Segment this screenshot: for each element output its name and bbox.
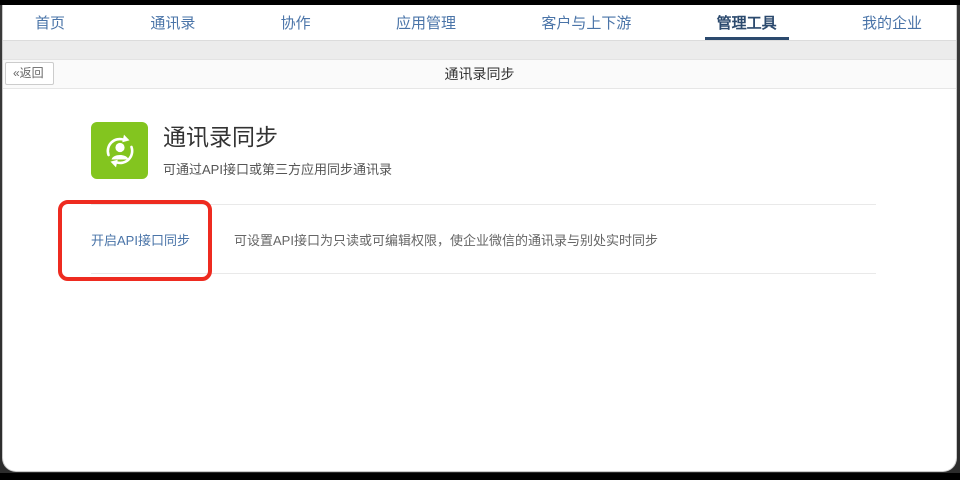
nav-item-contacts[interactable]: 通讯录 [138, 5, 207, 40]
feature-header: 通讯录同步 可通过API接口或第三方应用同步通讯录 [91, 122, 956, 179]
spacer-band [3, 41, 956, 59]
page-title: 通讯录同步 [444, 66, 515, 82]
back-button[interactable]: «返回 [5, 62, 54, 85]
nav-item-home[interactable]: 首页 [23, 5, 77, 40]
nav-item-customers[interactable]: 客户与上下游 [529, 5, 643, 40]
settings-list: 开启API接口同步 可设置API接口为只读或可编辑权限，使企业微信的通讯录与别处… [91, 204, 876, 274]
feature-subtitle: 可通过API接口或第三方应用同步通讯录 [163, 161, 392, 177]
nav-item-my-enterprise[interactable]: 我的企业 [850, 5, 934, 40]
nav-item-collaboration[interactable]: 协作 [269, 5, 323, 40]
app-window: 首页 通讯录 协作 应用管理 客户与上下游 管理工具 我的企业 «返回 通讯录同… [2, 5, 957, 472]
open-api-sync-link[interactable]: 开启API接口同步 [91, 230, 234, 249]
feature-title: 通讯录同步 [163, 124, 278, 150]
top-navigation: 首页 通讯录 协作 应用管理 客户与上下游 管理工具 我的企业 [3, 5, 956, 41]
contact-sync-icon [91, 122, 148, 179]
nav-item-app-management[interactable]: 应用管理 [384, 5, 468, 40]
main-content: 通讯录同步 可通过API接口或第三方应用同步通讯录 开启API接口同步 可设置A… [3, 89, 956, 274]
api-sync-description: 可设置API接口为只读或可编辑权限，使企业微信的通讯录与别处实时同步 [234, 232, 658, 248]
feature-header-text: 通讯录同步 可通过API接口或第三方应用同步通讯录 [163, 122, 392, 178]
nav-item-management-tools[interactable]: 管理工具 [704, 5, 789, 40]
page-subheader: «返回 通讯录同步 [3, 59, 956, 89]
settings-row-api-sync: 开启API接口同步 可设置API接口为只读或可编辑权限，使企业微信的通讯录与别处… [91, 205, 876, 273]
